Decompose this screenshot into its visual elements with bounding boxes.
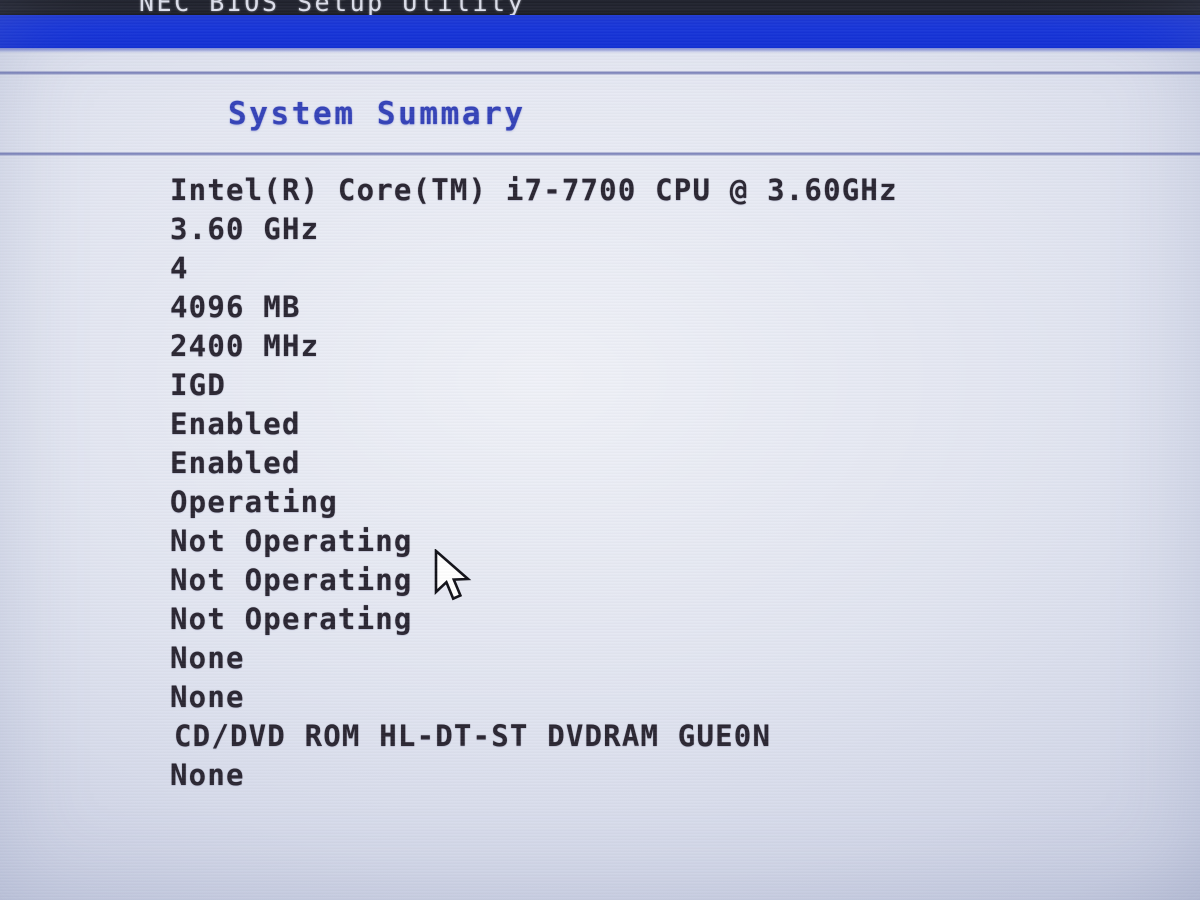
summary-row-memory-size: 4096 MB <box>170 290 301 324</box>
summary-row-processor-speed: 3.60 GHz <box>170 212 320 246</box>
summary-row-onboard-device-1: Enabled <box>170 407 301 441</box>
menu-bar-shadow <box>0 48 1200 53</box>
system-summary-list: Intel(R) Core(TM) i7-7700 CPU @ 3.60GHz … <box>170 171 1170 795</box>
summary-row-active-video: IGD <box>170 368 226 402</box>
summary-row-sata-port-0: Operating <box>170 485 338 519</box>
summary-row-onboard-device-2: Enabled <box>170 446 301 480</box>
summary-row-memory-speed: 2400 MHz <box>170 329 320 363</box>
menu-bar[interactable] <box>0 15 1200 48</box>
summary-row-processor-type: Intel(R) Core(TM) i7-7700 CPU @ 3.60GHz <box>170 173 898 207</box>
window-caption-band: NEC BIOS Setup Utility <box>0 0 1200 15</box>
bios-setup-screen: NEC BIOS Setup Utility System Summary In… <box>0 0 1200 900</box>
summary-row-optical-drive: CD/DVD ROM HL-DT-ST DVDRAM GUE0N <box>174 719 772 753</box>
summary-row-drive-entry-2: None <box>170 680 245 714</box>
summary-row-drive-entry-1: None <box>170 641 245 675</box>
summary-row-sata-port-1: Not Operating <box>170 524 413 558</box>
summary-row-core-count: 4 <box>170 251 189 285</box>
separator-line-bottom <box>0 152 1200 156</box>
summary-row-drive-entry-4: None <box>170 758 245 792</box>
separator-line-top <box>0 71 1200 75</box>
window-title: NEC BIOS Setup Utility <box>139 0 526 15</box>
page-title: System Summary <box>228 96 526 132</box>
summary-row-sata-port-3: Not Operating <box>170 602 413 636</box>
summary-row-sata-port-2: Not Operating <box>170 563 413 597</box>
